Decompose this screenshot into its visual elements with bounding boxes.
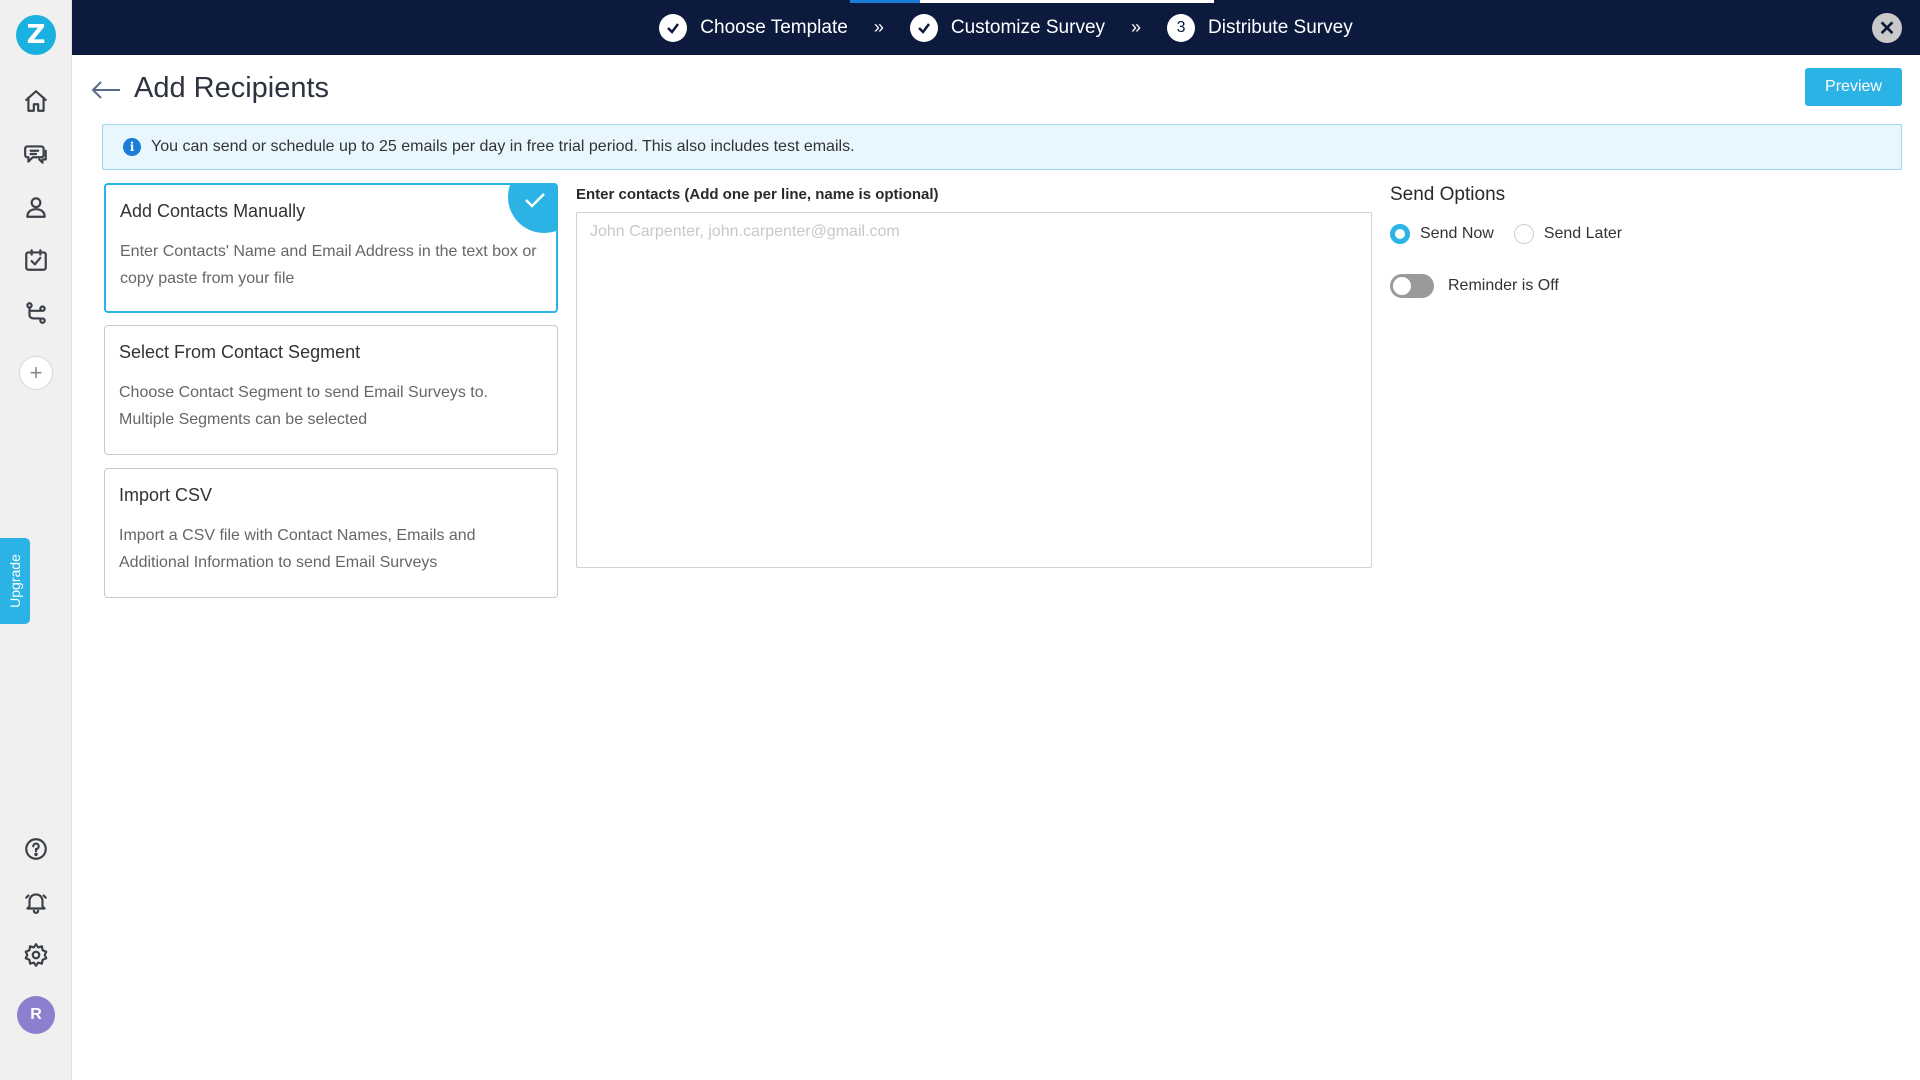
step-label: Distribute Survey bbox=[1208, 16, 1353, 38]
user-avatar[interactable]: R bbox=[17, 996, 55, 1034]
help-icon[interactable] bbox=[21, 834, 51, 864]
option-card-import-csv[interactable]: Import CSV Import a CSV file with Contac… bbox=[104, 468, 558, 598]
notification-bell-icon[interactable] bbox=[21, 887, 51, 917]
workflow-icon[interactable] bbox=[21, 298, 51, 328]
page-title: Add Recipients bbox=[134, 72, 330, 104]
option-card-description: Import a CSV file with Contact Names, Em… bbox=[119, 527, 476, 571]
wizard-topbar: Choose Template » Customize Survey » 3 D… bbox=[72, 0, 1920, 55]
step-label: Choose Template bbox=[700, 16, 848, 38]
send-now-radio[interactable]: Send Now bbox=[1390, 224, 1494, 244]
add-module-button[interactable]: + bbox=[19, 356, 53, 390]
info-banner: i You can send or schedule up to 25 emai… bbox=[102, 124, 1902, 170]
back-arrow-icon[interactable] bbox=[90, 78, 122, 102]
zoho-logo[interactable]: Z bbox=[16, 15, 56, 55]
option-card-contact-segment[interactable]: Select From Contact Segment Choose Conta… bbox=[104, 325, 558, 455]
gear-icon[interactable] bbox=[21, 940, 51, 970]
contacts-icon[interactable] bbox=[21, 192, 51, 222]
wizard-steps: Choose Template » Customize Survey » 3 D… bbox=[72, 0, 1920, 55]
step-distribute-survey[interactable]: 3 Distribute Survey bbox=[1167, 13, 1353, 42]
selected-check-icon bbox=[508, 185, 556, 233]
reminder-row: Reminder is Off bbox=[1390, 274, 1559, 298]
option-card-title: Select From Contact Segment bbox=[119, 342, 361, 362]
surveys-icon[interactable] bbox=[21, 139, 51, 169]
info-banner-text: You can send or schedule up to 25 emails… bbox=[151, 138, 855, 155]
upgrade-tab[interactable]: Upgrade bbox=[0, 538, 30, 624]
option-card-title: Import CSV bbox=[119, 485, 213, 505]
preview-button[interactable]: Preview bbox=[1805, 68, 1902, 106]
send-options-title: Send Options bbox=[1390, 184, 1506, 205]
step-done-check-icon bbox=[659, 13, 688, 42]
reminder-toggle[interactable] bbox=[1390, 274, 1434, 298]
home-icon[interactable] bbox=[21, 86, 51, 116]
close-icon[interactable]: ✕ bbox=[1872, 13, 1902, 43]
step-label: Customize Survey bbox=[950, 16, 1106, 38]
toggle-knob bbox=[1393, 277, 1411, 295]
send-later-label: Send Later bbox=[1543, 225, 1623, 242]
option-card-add-manually[interactable]: Add Contacts Manually Enter Contacts' Na… bbox=[104, 183, 558, 313]
send-options-radio-group: Send Now Send Later bbox=[1390, 224, 1642, 244]
option-card-title: Add Contacts Manually bbox=[120, 201, 306, 221]
step-customize-survey[interactable]: Customize Survey bbox=[909, 13, 1106, 42]
step-done-check-icon bbox=[909, 13, 938, 42]
send-later-radio[interactable]: Send Later bbox=[1513, 224, 1623, 244]
radio-unselected-icon bbox=[1513, 224, 1534, 244]
reminder-label: Reminder is Off bbox=[1448, 277, 1559, 294]
send-now-label: Send Now bbox=[1420, 225, 1494, 242]
step-separator-icon: » bbox=[1131, 17, 1142, 37]
step-choose-template[interactable]: Choose Template bbox=[659, 13, 848, 42]
option-card-description: Choose Contact Segment to send Email Sur… bbox=[119, 384, 489, 428]
info-icon: i bbox=[123, 138, 141, 156]
upgrade-label: Upgrade bbox=[7, 554, 24, 608]
left-sidebar: Z + Upgrade R bbox=[0, 0, 72, 1080]
step-separator-icon: » bbox=[873, 17, 884, 37]
contacts-textarea[interactable] bbox=[576, 212, 1372, 568]
calendar-check-icon[interactable] bbox=[21, 245, 51, 275]
step-number: 3 bbox=[1167, 13, 1196, 42]
radio-selected-icon bbox=[1390, 224, 1410, 244]
option-card-description: Enter Contacts' Name and Email Address i… bbox=[120, 243, 537, 287]
contacts-field-label: Enter contacts (Add one per line, name i… bbox=[576, 186, 939, 203]
